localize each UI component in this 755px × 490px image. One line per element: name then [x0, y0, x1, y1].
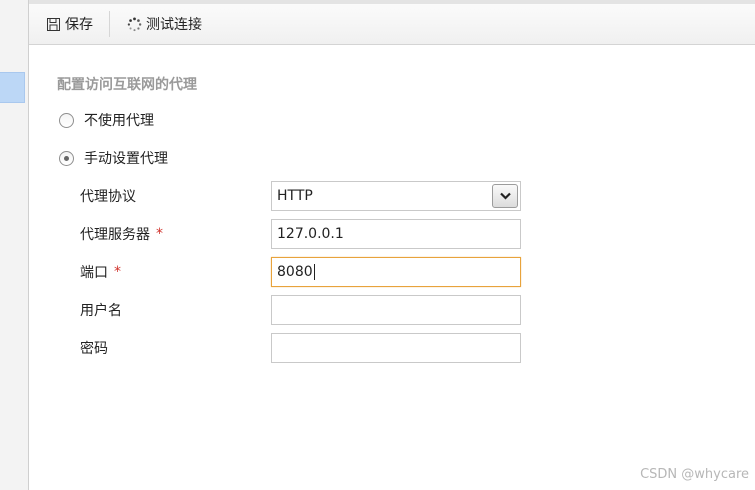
no-proxy-radio[interactable] [59, 112, 74, 128]
no-proxy-option[interactable]: 不使用代理 [59, 110, 154, 130]
password-label-text: 密码 [80, 341, 108, 357]
save-button[interactable]: 保存 [39, 11, 99, 37]
left-nav-selected-item[interactable] [0, 72, 25, 103]
text-caret [313, 264, 315, 280]
save-button-label: 保存 [65, 17, 93, 33]
left-nav-panel [0, 0, 29, 490]
toolbar: 保存 测试连接 [29, 0, 755, 45]
server-input-value: 127.0.0.1 [277, 226, 344, 242]
port-input-value: 8080 [277, 264, 313, 280]
proxy-settings-window: 保存 测试连接 配置访问互联网的代理 不使用代理 手动设置代理 代理协议 HTT… [0, 0, 755, 490]
username-label: 用户名 [80, 295, 122, 325]
port-label: 端口 * [80, 257, 121, 287]
server-input[interactable]: 127.0.0.1 [271, 219, 521, 249]
test-connection-label: 测试连接 [146, 17, 202, 33]
manual-proxy-option[interactable]: 手动设置代理 [59, 148, 168, 168]
port-input[interactable]: 8080 [271, 257, 521, 287]
manual-proxy-radio[interactable] [59, 150, 74, 166]
no-proxy-label: 不使用代理 [84, 113, 154, 129]
manual-proxy-label: 手动设置代理 [84, 151, 168, 167]
test-connection-button[interactable]: 测试连接 [120, 11, 208, 37]
password-input[interactable] [271, 333, 521, 363]
server-label: 代理服务器 * [80, 219, 163, 249]
required-mark: * [114, 264, 121, 280]
watermark: CSDN @whycare [640, 467, 749, 482]
username-label-text: 用户名 [80, 303, 122, 319]
floppy-disk-icon [45, 16, 61, 32]
chevron-down-icon[interactable] [492, 184, 518, 208]
protocol-select[interactable]: HTTP [271, 181, 521, 211]
protocol-select-value: HTTP [277, 188, 313, 204]
protocol-label: 代理协议 [80, 181, 136, 211]
username-input[interactable] [271, 295, 521, 325]
password-label: 密码 [80, 333, 108, 363]
required-mark: * [156, 226, 163, 242]
server-label-text: 代理服务器 [80, 227, 150, 243]
toolbar-separator [109, 11, 110, 37]
spinner-icon [126, 16, 142, 32]
section-title: 配置访问互联网的代理 [57, 77, 197, 93]
protocol-label-text: 代理协议 [80, 189, 136, 205]
port-label-text: 端口 [80, 265, 108, 281]
